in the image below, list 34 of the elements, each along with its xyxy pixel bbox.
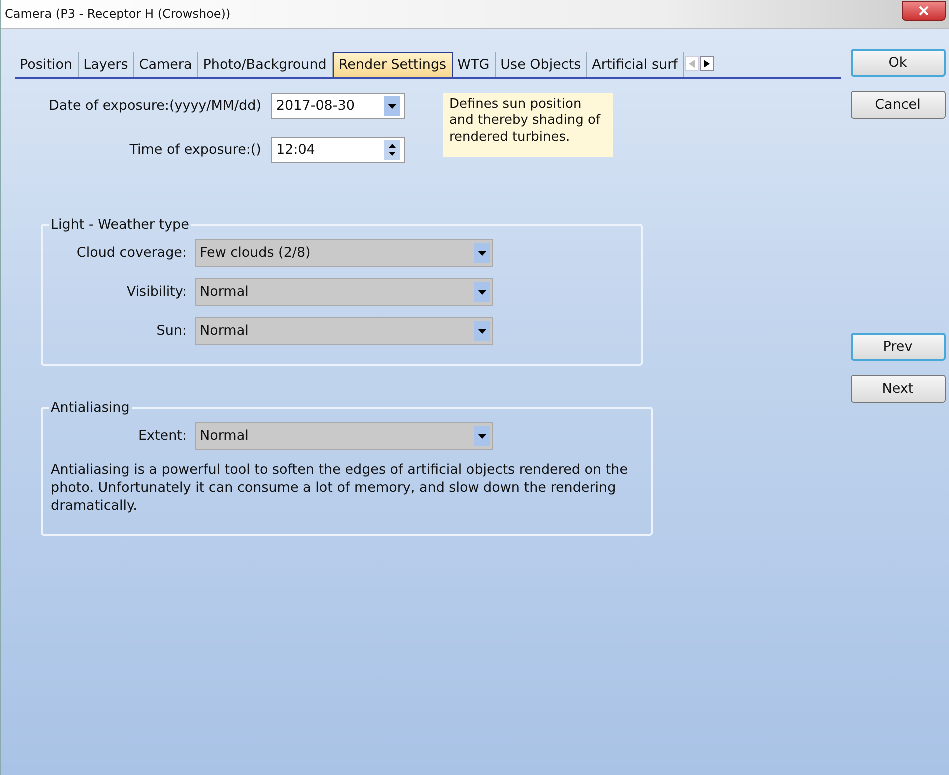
tab[interactable]: Camera bbox=[134, 52, 198, 77]
left-arrow-icon bbox=[688, 60, 695, 68]
close-icon bbox=[919, 6, 929, 16]
field-label: Time of exposure:() bbox=[130, 142, 262, 158]
description-text: Antialiasing is a powerful tool to soften the edges of artificial objects rendered on the photo. Unfortunately it can consume a lot of memory, and slow down the rendering dramatically. bbox=[51, 461, 630, 516]
time-spinner[interactable]: 12:04 bbox=[271, 137, 406, 163]
group-title: Antialiasing bbox=[50, 400, 131, 416]
right-arrow-icon bbox=[704, 60, 710, 68]
dropdown[interactable]: Normal bbox=[195, 278, 493, 306]
field-label: Sun: bbox=[156, 323, 188, 339]
dropdown[interactable]: Normal bbox=[195, 317, 493, 345]
tab[interactable]: Use Objects bbox=[496, 52, 588, 77]
hint-note: Defines sun position and thereby shading of rendered turbines. bbox=[443, 93, 614, 157]
tab[interactable]: Artificial surf bbox=[587, 52, 684, 77]
window-title: Camera (P3 - Receptor H (Crowshoe)) bbox=[4, 7, 231, 21]
field-label: Cloud coverage: bbox=[76, 245, 188, 261]
group-title: Light - Weather type bbox=[50, 217, 190, 233]
tab[interactable]: Render Settings bbox=[332, 52, 453, 77]
field-label: Extent: bbox=[137, 428, 188, 444]
date-dropdown[interactable]: 2017-08-30 bbox=[271, 93, 406, 119]
dropdown[interactable]: Normal bbox=[195, 422, 493, 450]
tab[interactable]: WTG bbox=[452, 52, 496, 77]
field-label: Date of exposure:(yyyy/MM/dd) bbox=[49, 98, 262, 114]
field-label: Visibility: bbox=[126, 284, 188, 300]
dropdown[interactable]: Few clouds (2/8) bbox=[195, 239, 493, 267]
tab[interactable]: Layers bbox=[78, 52, 134, 77]
dialog-button[interactable]: Ok bbox=[850, 49, 946, 77]
dialog-button[interactable]: Prev bbox=[850, 333, 946, 361]
close-button[interactable] bbox=[902, 1, 946, 21]
tab[interactable]: Position bbox=[15, 52, 79, 77]
dialog-button[interactable]: Next bbox=[850, 375, 946, 403]
scroll-right-button[interactable] bbox=[700, 56, 714, 71]
spin-arrows-icon bbox=[384, 140, 400, 160]
dialog-button[interactable]: Cancel bbox=[850, 91, 946, 119]
